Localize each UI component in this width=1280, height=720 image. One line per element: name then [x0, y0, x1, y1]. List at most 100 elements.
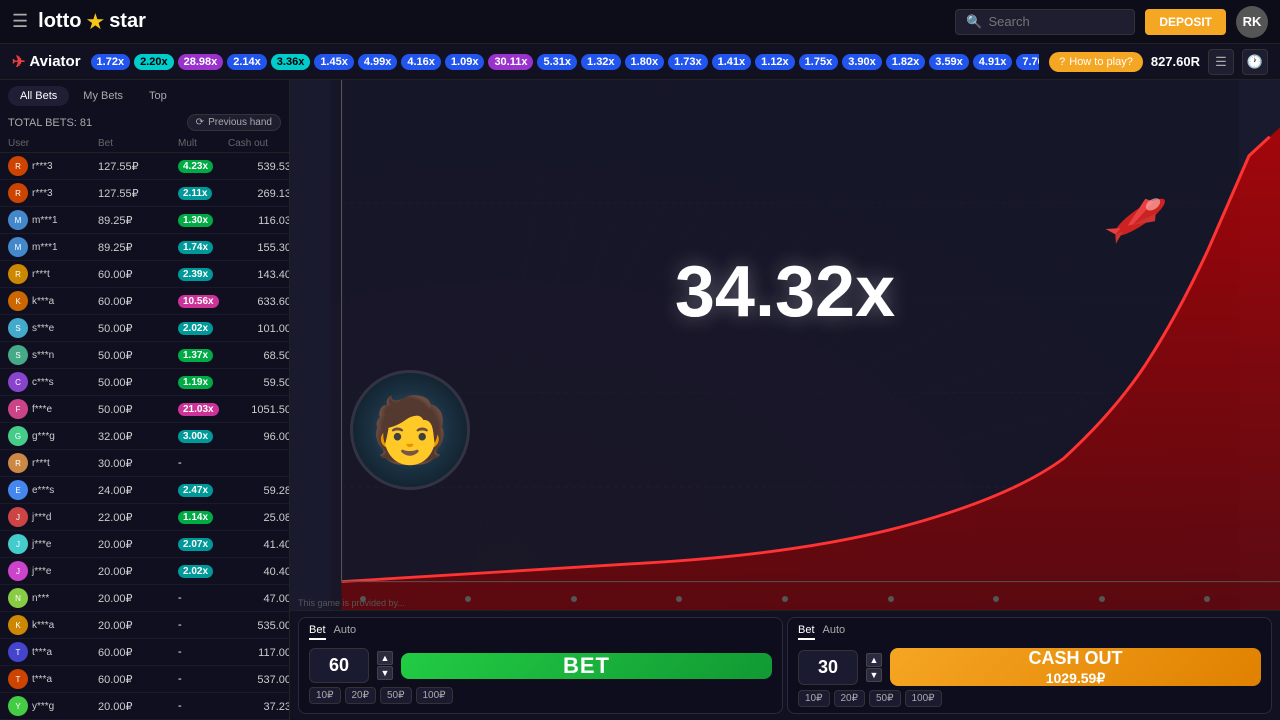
multiplier-badge[interactable]: 1.73x — [668, 54, 708, 70]
user-avatar: K — [8, 291, 28, 311]
quick-amount-btn[interactable]: 100₽ — [905, 690, 942, 707]
webcam-overlay: 🧑 — [350, 370, 470, 490]
bet-amount-display-2: 30 — [798, 650, 858, 685]
bet-amount-cell: 89.25₽ — [98, 241, 178, 254]
multiplier-badge[interactable]: 1.41x — [712, 54, 752, 70]
search-input[interactable] — [989, 14, 1129, 29]
game-header: ✈ Aviator 1.72x2.20x28.98x2.14x3.36x1.45… — [0, 44, 1280, 80]
how-to-play-button[interactable]: ? How to play? — [1049, 52, 1143, 72]
user-name: j***e — [32, 539, 51, 550]
auto-tab-1[interactable]: Auto — [334, 624, 357, 640]
quick-amount-btn[interactable]: 20₽ — [345, 687, 377, 704]
bet-increment-1[interactable]: ▲ — [377, 651, 393, 665]
user-avatar: R — [8, 264, 28, 284]
multiplier-badge[interactable]: 1.82x — [886, 54, 926, 70]
user-avatar: R — [8, 183, 28, 203]
multiplier-badge[interactable]: 3.90x — [842, 54, 882, 70]
multiplier-badge[interactable]: 1.32x — [581, 54, 621, 70]
hamburger-menu-icon[interactable]: ☰ — [12, 11, 28, 32]
table-row: K k***a 20.00₽ - 535.00₽ — [0, 612, 289, 639]
table-row: J j***e 20.00₽ 2.07x 41.40₽ — [0, 531, 289, 558]
bet-tab-1[interactable]: Bet — [309, 624, 326, 640]
table-header-mult: Mult — [178, 138, 228, 149]
user-name: m***1 — [32, 215, 58, 226]
multiplier-badge[interactable]: 4.16x — [401, 54, 441, 70]
user-avatar: C — [8, 372, 28, 392]
game-curve — [290, 80, 1280, 610]
clock-icon[interactable]: 🕐 — [1242, 49, 1268, 75]
multiplier-badge[interactable]: 1.12x — [755, 54, 795, 70]
user-name: n*** — [32, 593, 49, 604]
mult-badge-cell: 2.07x — [178, 538, 213, 551]
bet-stepper-2: ▲ ▼ — [866, 653, 882, 682]
multiplier-badge[interactable]: 7.76x — [1016, 54, 1039, 70]
multiplier-badge[interactable]: 4.99x — [358, 54, 398, 70]
bet-amount-cell: 60.00₽ — [98, 673, 178, 686]
bet-amount-display-1: 60 — [309, 648, 369, 683]
multiplier-badge[interactable]: 1.72x — [91, 54, 131, 70]
bets-tab-top[interactable]: Top — [137, 86, 179, 106]
bet-decrement-2[interactable]: ▼ — [866, 668, 882, 682]
multiplier-badge[interactable]: 1.45x — [314, 54, 354, 70]
user-name: t***a — [32, 674, 52, 685]
quick-amount-btn[interactable]: 20₽ — [834, 690, 866, 707]
bet-mult-cell: - — [178, 592, 228, 604]
mult-badge-cell: 1.30x — [178, 214, 213, 227]
bet-increment-2[interactable]: ▲ — [866, 653, 882, 667]
quick-amount-btn[interactable]: 10₽ — [309, 687, 341, 704]
cashout-amount-cell: - — [228, 457, 289, 469]
bet-amount-cell: 60.00₽ — [98, 268, 178, 281]
settings-icon[interactable]: ☰ — [1208, 49, 1234, 75]
prev-hand-label: Previous hand — [208, 117, 272, 128]
quick-amount-btn[interactable]: 50₽ — [869, 690, 901, 707]
bets-tab-my-bets[interactable]: My Bets — [71, 86, 135, 106]
multiplier-badge[interactable]: 1.75x — [799, 54, 839, 70]
bet-user-cell: R r***3 — [8, 183, 98, 203]
bet-user-cell: S s***n — [8, 345, 98, 365]
multiplier-badge[interactable]: 1.09x — [445, 54, 485, 70]
multiplier-badge[interactable]: 3.36x — [271, 54, 311, 70]
cashout-button[interactable]: CASH OUT 1029.59₽ — [890, 648, 1261, 686]
deposit-button[interactable]: DEPOSIT — [1145, 9, 1226, 35]
cashout-amount-cell: 155.30₽ — [228, 241, 289, 254]
prev-hand-button[interactable]: ⟳ Previous hand — [187, 114, 281, 131]
multiplier-badge[interactable]: 2.14x — [227, 54, 267, 70]
multiplier-display: 34.32x — [675, 251, 895, 333]
timeline-dot — [571, 596, 577, 602]
table-row: J j***e 20.00₽ 2.02x 40.40₽ — [0, 558, 289, 585]
bet-decrement-1[interactable]: ▼ — [377, 666, 393, 680]
bets-tab-all-bets[interactable]: All Bets — [8, 86, 69, 106]
bet-mult-cell: 1.74x — [178, 241, 228, 253]
bet-user-cell: R r***t — [8, 453, 98, 473]
bet-button[interactable]: BET — [401, 653, 772, 679]
user-avatar: S — [8, 318, 28, 338]
multiplier-badge[interactable]: 2.20x — [134, 54, 174, 70]
table-row: K k***a 60.00₽ 10.56x 633.60₽ — [0, 288, 289, 315]
bet-user-cell: T t***a — [8, 642, 98, 662]
auto-tab-2[interactable]: Auto — [823, 624, 846, 640]
multiplier-badge[interactable]: 3.59x — [929, 54, 969, 70]
bet-amount-cell: 20.00₽ — [98, 700, 178, 713]
quick-amount-btn[interactable]: 50₽ — [380, 687, 412, 704]
multiplier-badge[interactable]: 4.91x — [973, 54, 1013, 70]
logo-text-left: lotto — [38, 10, 81, 33]
quick-amount-btn[interactable]: 100₽ — [416, 687, 453, 704]
bet-panel-1-tabs: Bet Auto — [309, 624, 772, 640]
cashout-amount-cell: 1051.50₽ — [228, 403, 289, 416]
logo-star-icon: ★ — [85, 9, 105, 35]
bet-tab-2[interactable]: Bet — [798, 624, 815, 640]
multiplier-badge[interactable]: 1.80x — [625, 54, 665, 70]
avatar[interactable]: RK — [1236, 6, 1268, 38]
quick-amount-btn[interactable]: 10₽ — [798, 690, 830, 707]
bet-user-cell: J j***e — [8, 561, 98, 581]
how-to-play-label: How to play? — [1069, 56, 1133, 68]
bet-user-cell: S s***e — [8, 318, 98, 338]
bet-mult-cell: 2.02x — [178, 322, 228, 334]
mult-badge-cell: 10.56x — [178, 295, 219, 308]
multiplier-badge[interactable]: 28.98x — [178, 54, 224, 70]
mult-badge-cell: 21.03x — [178, 403, 219, 416]
user-name: y***g — [32, 701, 54, 712]
bet-user-cell: Y y***g — [8, 696, 98, 716]
multiplier-badge[interactable]: 30.11x — [488, 54, 533, 70]
multiplier-badge[interactable]: 5.31x — [537, 54, 577, 70]
